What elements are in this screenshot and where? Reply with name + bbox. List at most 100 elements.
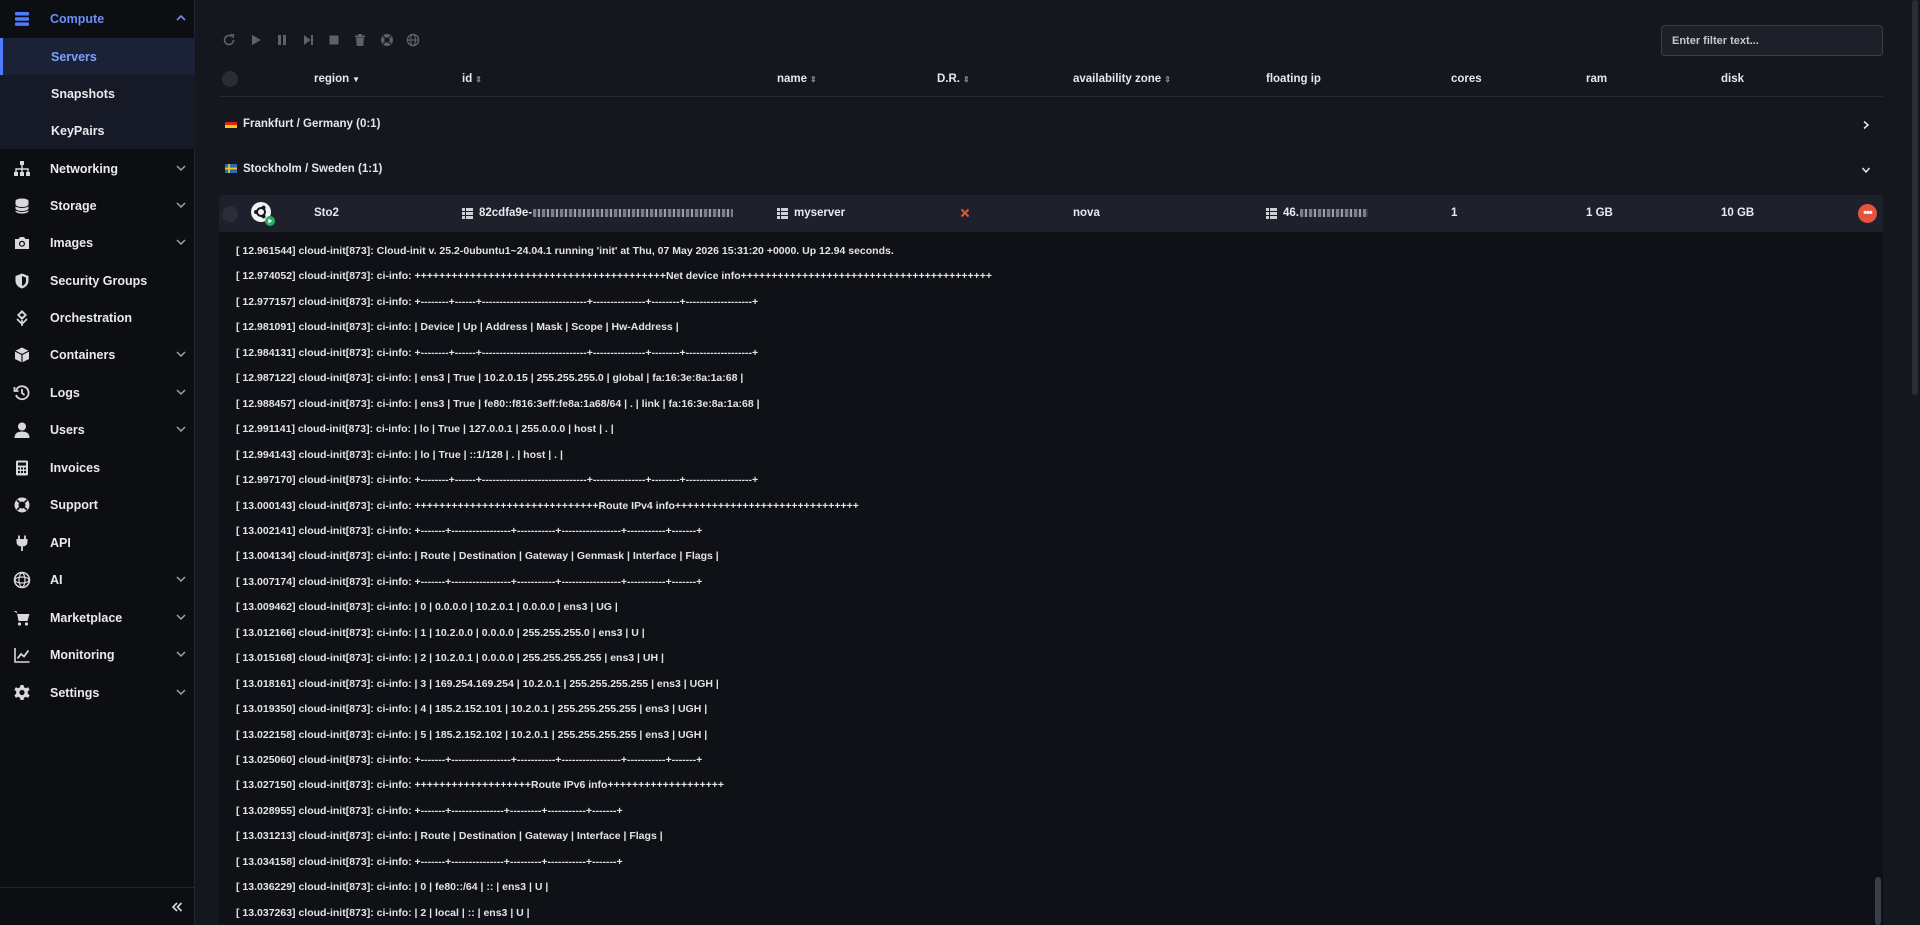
cell-id: 82cdfa9e- — [462, 207, 734, 219]
select-all-checkbox[interactable] — [222, 71, 238, 87]
pause-icon[interactable] — [275, 33, 289, 47]
sidebar-item-label: Users — [50, 422, 85, 437]
console-line: [ 13.018161] cloud-init[873]: ci-info: |… — [236, 677, 719, 690]
double-chevron-left-icon — [171, 902, 183, 912]
sidebar-item-networking[interactable]: Networking — [0, 150, 195, 187]
sidebar: Compute Servers Snapshots KeyPairs Netwo… — [0, 0, 195, 925]
chevron-right-icon — [1863, 120, 1870, 130]
chevron-down-icon — [176, 651, 186, 658]
sidebar-item-storage[interactable]: Storage — [0, 187, 195, 224]
console-line: [ 13.015168] cloud-init[873]: ci-info: |… — [236, 652, 664, 665]
sidebar-item-ai[interactable]: AI — [0, 561, 195, 598]
chevron-down-icon — [176, 351, 186, 358]
sidebar-item-images[interactable]: Images — [0, 224, 195, 261]
sidebar-item-security-groups[interactable]: Security Groups — [0, 262, 195, 299]
console-line: [ 12.988457] cloud-init[873]: ci-info: |… — [236, 397, 760, 410]
lifebuoy-icon[interactable] — [380, 33, 394, 47]
flag-se-icon — [225, 164, 237, 173]
filter-input[interactable] — [1661, 25, 1883, 56]
refresh-icon[interactable] — [222, 33, 236, 47]
console-line: [ 13.031213] cloud-init[873]: ci-info: |… — [236, 830, 663, 843]
sidebar-subitem-label: Snapshots — [51, 87, 115, 101]
region-group-label: Stockholm / Sweden (1:1) — [243, 163, 383, 175]
sidebar-item-label: Support — [50, 497, 98, 512]
scrollbar[interactable] — [1912, 0, 1918, 395]
chevron-down-icon — [176, 389, 186, 396]
calculator-icon — [12, 458, 32, 478]
sidebar-subitem-keypairs[interactable]: KeyPairs — [0, 112, 195, 149]
ai-icon — [12, 570, 32, 590]
sidebar-item-monitoring[interactable]: Monitoring — [0, 636, 195, 673]
row-actions-button[interactable]: ••• — [1858, 204, 1877, 223]
name-text: myserver — [794, 207, 846, 219]
camera-icon — [12, 233, 32, 253]
console-scrollbar[interactable] — [1875, 877, 1881, 925]
cart-icon — [12, 608, 32, 628]
sidebar-item-support[interactable]: Support — [0, 486, 195, 523]
row-checkbox[interactable] — [222, 206, 238, 222]
chevron-down-icon — [176, 614, 186, 621]
user-icon — [12, 420, 32, 440]
column-header-name[interactable]: name ⇕ — [777, 73, 817, 85]
console-line: [ 13.036229] cloud-init[873]: ci-info: |… — [236, 881, 549, 894]
console-line: [ 13.034158] cloud-init[873]: ci-info: +… — [236, 855, 623, 868]
column-header-cores: cores — [1451, 73, 1482, 85]
console-line: [ 13.004134] cloud-init[873]: ci-info: |… — [236, 550, 719, 563]
grid-icon — [462, 207, 473, 219]
console-line: [ 13.022158] cloud-init[873]: ci-info: |… — [236, 728, 708, 741]
column-header-region[interactable]: region ▼ — [314, 73, 360, 85]
column-header-label: id — [462, 73, 473, 85]
sidebar-item-label: API — [50, 535, 71, 550]
chevron-down-icon — [176, 202, 186, 209]
cell-name[interactable]: myserver — [777, 207, 845, 219]
history-icon — [12, 383, 32, 403]
sidebar-item-compute[interactable]: Compute — [0, 0, 195, 37]
trash-icon[interactable] — [353, 33, 367, 47]
region-group-frankfurt[interactable]: Frankfurt / Germany (0:1) — [219, 105, 1883, 145]
column-header-label: availability zone — [1073, 73, 1162, 85]
sidebar-item-users[interactable]: Users — [0, 411, 195, 448]
grid-icon — [777, 207, 788, 219]
plug-icon — [12, 533, 32, 553]
sidebar-item-settings[interactable]: Settings — [0, 674, 195, 711]
sidebar-item-containers[interactable]: Containers — [0, 336, 195, 373]
sidebar-subitem-label: Servers — [51, 50, 97, 64]
region-group-stockholm[interactable]: Stockholm / Sweden (1:1) — [219, 150, 1883, 190]
cell-availability-zone: nova — [1073, 207, 1100, 219]
sidebar-item-invoices[interactable]: Invoices — [0, 449, 195, 486]
sidebar-item-marketplace[interactable]: Marketplace — [0, 599, 195, 636]
play-icon[interactable] — [249, 33, 263, 47]
console-line: [ 12.961544] cloud-init[873]: Cloud-init… — [236, 245, 894, 257]
network-icon — [12, 159, 32, 179]
cell-region: Sto2 — [314, 207, 339, 219]
column-header-dr[interactable]: D.R. ⇕ — [937, 73, 970, 85]
column-header-label: D.R. — [937, 73, 960, 85]
globe-icon[interactable] — [406, 33, 420, 47]
column-header-label: region — [314, 73, 350, 85]
server-stack-icon — [12, 9, 32, 29]
console-line: [ 13.019350] cloud-init[873]: ci-info: |… — [236, 703, 708, 716]
skip-icon[interactable] — [301, 33, 315, 47]
sort-icon: ⇕ — [810, 74, 817, 84]
stop-icon[interactable] — [327, 33, 341, 47]
sidebar-subitem-snapshots[interactable]: Snapshots — [0, 75, 195, 112]
collapse-sidebar-button[interactable] — [0, 887, 195, 925]
sidebar-item-label: Logs — [50, 385, 80, 400]
sidebar-item-label: Invoices — [50, 460, 101, 475]
sidebar-item-logs[interactable]: Logs — [0, 374, 195, 411]
more-horizontal-icon: ••• — [1863, 207, 1873, 219]
console-line: [ 13.025060] cloud-init[873]: ci-info: +… — [236, 754, 703, 766]
sidebar-item-orchestration[interactable]: Orchestration — [0, 299, 195, 336]
table-row[interactable]: Sto2 82cdfa9e- myserver nova 46. 1 1 GB … — [219, 195, 1883, 232]
sidebar-item-label: Storage — [50, 198, 97, 213]
sidebar-item-label: Compute — [50, 11, 105, 26]
chevron-down-icon — [176, 576, 186, 583]
chevron-up-icon — [176, 14, 186, 21]
column-header-availability-zone[interactable]: availability zone ⇕ — [1073, 73, 1171, 85]
sidebar-item-api[interactable]: API — [0, 524, 195, 561]
column-header-id[interactable]: id ⇕ — [462, 73, 482, 85]
sidebar-subitem-servers[interactable]: Servers — [0, 38, 195, 75]
console-output[interactable]: [ 12.961544] cloud-init[873]: Cloud-init… — [219, 232, 1883, 925]
console-line: [ 13.012166] cloud-init[873]: ci-info: |… — [236, 626, 645, 639]
redacted-text — [1300, 209, 1368, 217]
